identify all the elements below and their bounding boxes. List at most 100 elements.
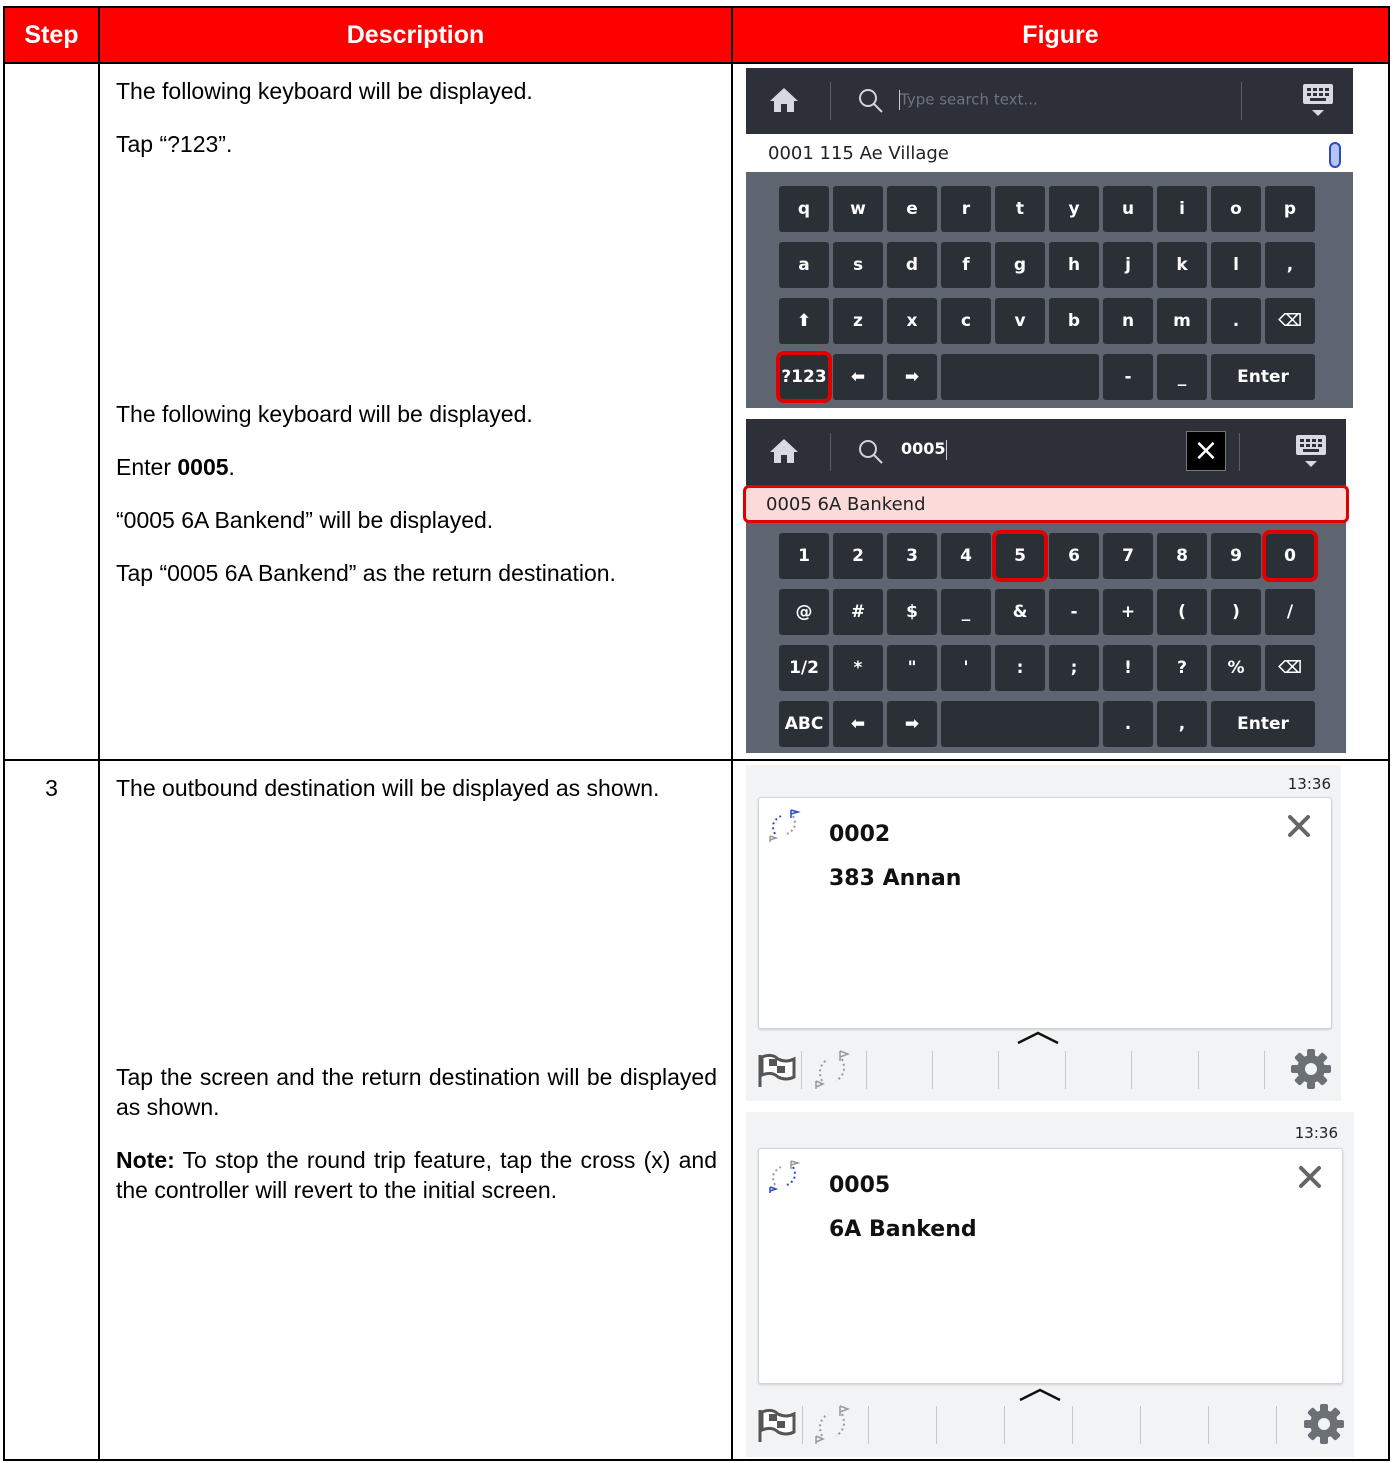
key[interactable]: 7 [1103, 533, 1153, 580]
close-icon[interactable] [1296, 1163, 1324, 1191]
desc-line: Tap “0005 6A Bankend” as the return dest… [116, 560, 616, 587]
search-input[interactable]: 0005 [901, 439, 947, 460]
key[interactable]: ' [941, 645, 991, 692]
key[interactable]: ABC [779, 701, 829, 748]
key[interactable]: ➡ [887, 701, 937, 748]
key[interactable]: v [995, 298, 1045, 345]
header-description: Description [98, 5, 733, 65]
destination-card[interactable]: 0005 6A Bankend [758, 1148, 1343, 1385]
key[interactable]: " [887, 645, 937, 692]
key[interactable]: n [1103, 298, 1153, 345]
key[interactable]: + [1103, 589, 1153, 636]
key[interactable]: a [779, 242, 829, 289]
key[interactable]: j [1103, 242, 1153, 289]
scrollbar[interactable] [1329, 142, 1341, 169]
key[interactable]: , [1265, 242, 1315, 289]
flag-icon[interactable] [756, 1051, 796, 1089]
round-trip-icon[interactable] [814, 1049, 850, 1090]
key[interactable]: , [1157, 701, 1207, 748]
key[interactable]: p [1265, 186, 1315, 233]
key[interactable]: 1/2 [779, 645, 829, 692]
key[interactable]: g [995, 242, 1045, 289]
key[interactable]: f [941, 242, 991, 289]
keyboard-icon[interactable] [1294, 431, 1328, 471]
key[interactable]: k [1157, 242, 1207, 289]
key[interactable]: . [1103, 701, 1153, 748]
key[interactable]: c [941, 298, 991, 345]
key[interactable]: q [779, 186, 829, 233]
key[interactable]: $ [887, 589, 937, 636]
key[interactable]: & [995, 589, 1045, 636]
key[interactable]: ⬆ [779, 298, 829, 345]
gear-icon[interactable] [1302, 1402, 1346, 1446]
home-icon[interactable] [768, 435, 800, 467]
key[interactable]: u [1103, 186, 1153, 233]
key[interactable]: ⬅ [833, 354, 883, 401]
key[interactable]: 2 [833, 533, 883, 580]
key[interactable]: w [833, 186, 883, 233]
home-icon[interactable] [768, 84, 800, 116]
key[interactable]: Enter [1211, 354, 1315, 401]
key[interactable]: d [887, 242, 937, 289]
key[interactable]: 1 [779, 533, 829, 580]
key[interactable]: ⌫ [1265, 298, 1315, 345]
destination-name: 6A Bankend [829, 1217, 977, 1243]
key[interactable]: _ [1157, 354, 1207, 401]
key[interactable]: z [833, 298, 883, 345]
round-trip-icon[interactable] [814, 1404, 850, 1445]
key[interactable]: x [887, 298, 937, 345]
key[interactable]: . [1211, 298, 1261, 345]
key[interactable]: % [1211, 645, 1261, 692]
search-input[interactable]: Type search text... [899, 90, 1038, 111]
key[interactable]: # [833, 589, 883, 636]
key[interactable]: l [1211, 242, 1261, 289]
key[interactable] [941, 701, 1099, 748]
key[interactable]: ? [1157, 645, 1207, 692]
key[interactable]: * [833, 645, 883, 692]
search-result-item-selected[interactable]: 0005 6A Bankend [743, 485, 1349, 524]
key[interactable]: b [1049, 298, 1099, 345]
key[interactable]: ! [1103, 645, 1153, 692]
key[interactable]: 4 [941, 533, 991, 580]
key[interactable]: h [1049, 242, 1099, 289]
key[interactable]: 9 [1211, 533, 1261, 580]
key[interactable]: Enter [1211, 701, 1315, 748]
key[interactable]: r [941, 186, 991, 233]
key[interactable]: - [1049, 589, 1099, 636]
key[interactable]: o [1211, 186, 1261, 233]
key[interactable]: 8 [1157, 533, 1207, 580]
close-icon[interactable] [1285, 812, 1313, 840]
key[interactable]: 5 [992, 530, 1048, 583]
key[interactable]: 3 [887, 533, 937, 580]
gear-icon[interactable] [1289, 1047, 1333, 1091]
key[interactable]: ( [1157, 589, 1207, 636]
key[interactable]: @ [779, 589, 829, 636]
key[interactable]: _ [941, 589, 991, 636]
key[interactable]: ⬅ [833, 701, 883, 748]
key[interactable]: - [1103, 354, 1153, 401]
clear-search-button[interactable]: × [1186, 431, 1226, 472]
key[interactable]: 0 [1262, 530, 1318, 583]
key[interactable]: : [995, 645, 1045, 692]
key[interactable] [941, 354, 1099, 401]
key[interactable]: e [887, 186, 937, 233]
flag-icon[interactable] [756, 1406, 796, 1444]
key[interactable]: i [1157, 186, 1207, 233]
key[interactable]: ; [1049, 645, 1099, 692]
key[interactable]: ) [1211, 589, 1261, 636]
step-row-destination: 3 The outbound destination will be displ… [3, 759, 1390, 1461]
outbound-destination-screen: 13:36 0002 383 Annan [746, 765, 1341, 1102]
key[interactable]: m [1157, 298, 1207, 345]
key[interactable]: / [1265, 589, 1315, 636]
key[interactable]: t [995, 186, 1045, 233]
key[interactable]: ⌫ [1265, 645, 1315, 692]
keyboard-screen-numeric: 0005 × 0005 6A Bankend 1234567890 @ # $ _ & -… [743, 419, 1349, 754]
key[interactable]: y [1049, 186, 1099, 233]
key[interactable]: 6 [1049, 533, 1099, 580]
key[interactable]: ➡ [887, 354, 937, 401]
key[interactable]: s [833, 242, 883, 289]
search-result-item[interactable]: 0001 115 Ae Village [746, 134, 1353, 173]
keyboard-icon[interactable] [1301, 80, 1335, 120]
destination-card[interactable]: 0002 383 Annan [758, 797, 1332, 1030]
key[interactable]: ?123 [776, 351, 832, 404]
